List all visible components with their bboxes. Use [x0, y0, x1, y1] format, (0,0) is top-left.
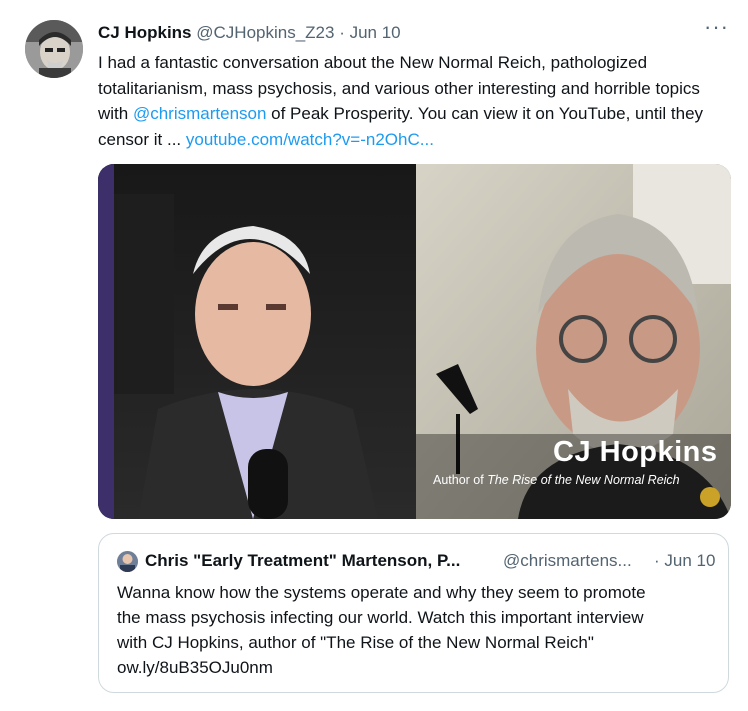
quoted-author-avatar[interactable]	[117, 551, 138, 572]
quoted-author-name[interactable]: Chris "Early Treatment" Martenson, P...	[145, 551, 460, 571]
separator-dot: ·	[334, 23, 350, 42]
tweet-header: CJ Hopkins @CJHopkins_Z23 · Jun 10	[98, 22, 401, 44]
author-name[interactable]: CJ Hopkins	[98, 23, 192, 42]
quoted-tweet-text: Wanna know how the systems operate and w…	[117, 580, 717, 680]
quoted-text-line: the mass psychosis infecting our world. …	[117, 608, 644, 627]
mention-link[interactable]: @chrismartenson	[133, 104, 266, 123]
tweet-media[interactable]: CJ Hopkins Author of The Rise of the New…	[98, 164, 731, 519]
author-avatar[interactable]	[25, 20, 83, 78]
quoted-text-link[interactable]: ow.ly/8uB35OJu0nm	[117, 655, 717, 680]
more-options-icon[interactable]: ···	[704, 14, 729, 40]
quoted-avatar-image	[117, 551, 138, 572]
tweet-date[interactable]: Jun 10	[350, 23, 401, 42]
video-caption-name: CJ Hopkins	[553, 436, 718, 468]
video-caption-prefix: Author of	[433, 473, 488, 487]
tweet-text: I had a fantastic conversation about the…	[98, 50, 728, 152]
quoted-author-handle[interactable]: @chrismartens...	[503, 551, 632, 571]
author-avatar-image	[25, 20, 83, 78]
video-caption-book-title: The Rise of the New Normal Reich	[487, 473, 680, 487]
quoted-text-line: Wanna know how the systems operate and w…	[117, 583, 646, 602]
quoted-tweet[interactable]: Chris "Early Treatment" Martenson, P... …	[98, 533, 729, 693]
video-caption-subtitle: Author of The Rise of the New Normal Rei…	[433, 473, 680, 487]
author-handle[interactable]: @CJHopkins_Z23	[196, 23, 334, 42]
quoted-tweet-date[interactable]: · Jun 10	[654, 551, 715, 571]
quoted-text-line: with CJ Hopkins, author of "The Rise of …	[117, 633, 594, 652]
youtube-link[interactable]: youtube.com/watch?v=-n2OhC...	[186, 130, 434, 149]
